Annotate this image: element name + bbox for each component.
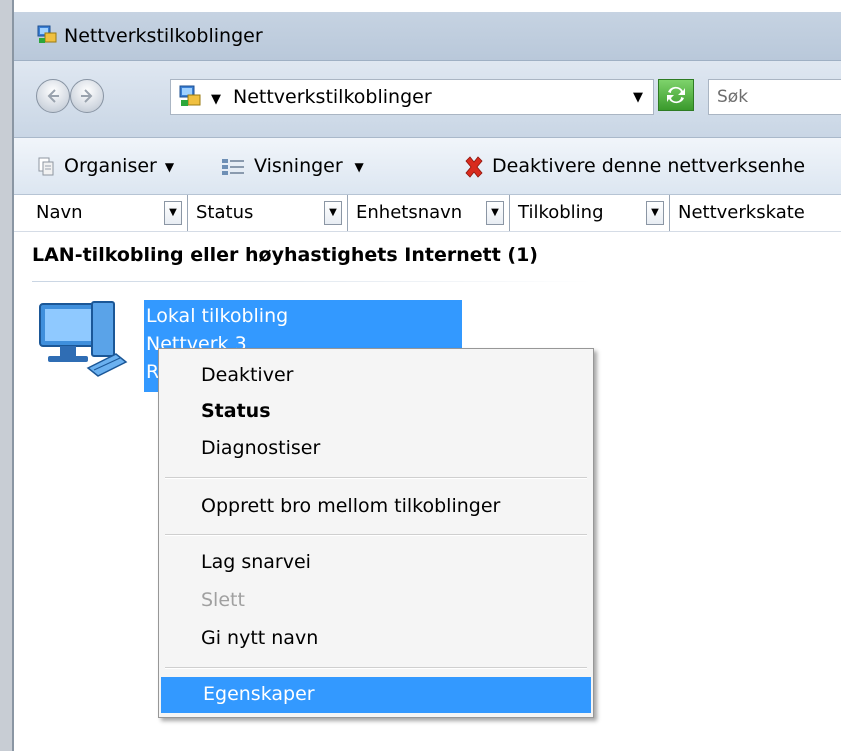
- group-header[interactable]: LAN-tilkobling eller høyhastighets Inter…: [32, 243, 538, 267]
- address-toolbar: ▼ Nettverkstilkoblinger ▼ Søk: [14, 61, 841, 138]
- menu-item-status[interactable]: Status: [159, 394, 593, 428]
- item-name[interactable]: Lokal tilkobling: [146, 305, 288, 327]
- command-bar: Organiser ▼ Visninger ▼ Deaktivere denne …: [14, 138, 841, 195]
- views-dropdown-icon: ▼: [350, 159, 364, 174]
- column-filter-dropdown-icon[interactable]: ▼: [164, 201, 182, 225]
- menu-item-delete: Slett: [201, 589, 245, 611]
- column-filter-dropdown-icon[interactable]: ▼: [324, 201, 342, 225]
- organise-dropdown-icon: ▼: [164, 159, 175, 174]
- menu-item-diagnose[interactable]: Diagnostiser: [159, 431, 593, 465]
- title-bar[interactable]: Nettverkstilkoblinger: [14, 12, 841, 61]
- views-button[interactable]: Visninger ▼: [220, 152, 364, 180]
- network-connections-icon: [37, 25, 57, 43]
- forward-button[interactable]: [70, 79, 104, 113]
- menu-separator: [165, 534, 587, 536]
- column-header-status[interactable]: Status ▼: [188, 195, 348, 231]
- organise-label: Organiser: [64, 155, 157, 177]
- back-button[interactable]: [36, 79, 70, 113]
- menu-item-disable[interactable]: Deaktiver: [159, 358, 593, 392]
- network-computer-icon[interactable]: [34, 296, 134, 382]
- column-header-row: Navn ▼ Status ▼ Enhetsnavn ▼ Tilkobling …: [14, 195, 841, 232]
- menu-item-create-shortcut[interactable]: Lag snarvei: [159, 545, 593, 579]
- column-filter-dropdown-icon[interactable]: ▼: [486, 201, 504, 225]
- column-header-device-name[interactable]: Enhetsnavn ▼: [348, 195, 510, 231]
- disable-device-label: Deaktivere denne nettverksenhe: [492, 155, 806, 177]
- explorer-window: Nettverkstilkoblinger ▼ Nettverkstilkobl…: [0, 0, 841, 751]
- refresh-icon: [667, 86, 685, 104]
- group-divider: [32, 281, 592, 282]
- back-arrow-icon: [47, 89, 59, 103]
- organise-button[interactable]: Organiser ▼: [36, 152, 174, 180]
- organise-icon: [38, 157, 54, 175]
- column-header-network-category[interactable]: Nettverkskate: [670, 195, 841, 231]
- desktop-background: [0, 0, 841, 12]
- breadcrumb-path[interactable]: Nettverkstilkoblinger: [233, 86, 432, 108]
- column-filter-dropdown-icon[interactable]: ▼: [646, 201, 664, 225]
- views-label: Visninger: [254, 155, 343, 177]
- menu-separator: [165, 477, 587, 479]
- menu-item-properties[interactable]: Egenskaper: [161, 677, 591, 713]
- refresh-button[interactable]: [658, 79, 694, 111]
- window-title: Nettverkstilkoblinger: [64, 25, 263, 47]
- search-input[interactable]: Søk: [708, 79, 841, 115]
- red-x-icon: [465, 155, 483, 178]
- address-bar[interactable]: ▼ Nettverkstilkoblinger ▼: [170, 79, 654, 115]
- address-history-dropdown-icon[interactable]: ▼: [633, 90, 643, 105]
- menu-item-rename[interactable]: Gi nytt navn: [159, 621, 593, 655]
- forward-arrow-icon: [81, 89, 93, 103]
- menu-item-bridge-connections[interactable]: Opprett bro mellom tilkoblinger: [159, 489, 593, 523]
- column-header-name[interactable]: Navn ▼: [28, 195, 188, 231]
- context-menu: Deaktiver Status Diagnostiser Opprett br…: [158, 348, 594, 718]
- menu-separator: [165, 667, 587, 669]
- network-connections-icon: [179, 85, 201, 106]
- breadcrumb-separator-icon[interactable]: ▼: [211, 92, 221, 107]
- column-header-connection[interactable]: Tilkobling ▼: [510, 195, 670, 231]
- disable-device-button[interactable]: Deaktivere denne nettverksenhe: [462, 152, 805, 180]
- views-icon: [222, 158, 244, 175]
